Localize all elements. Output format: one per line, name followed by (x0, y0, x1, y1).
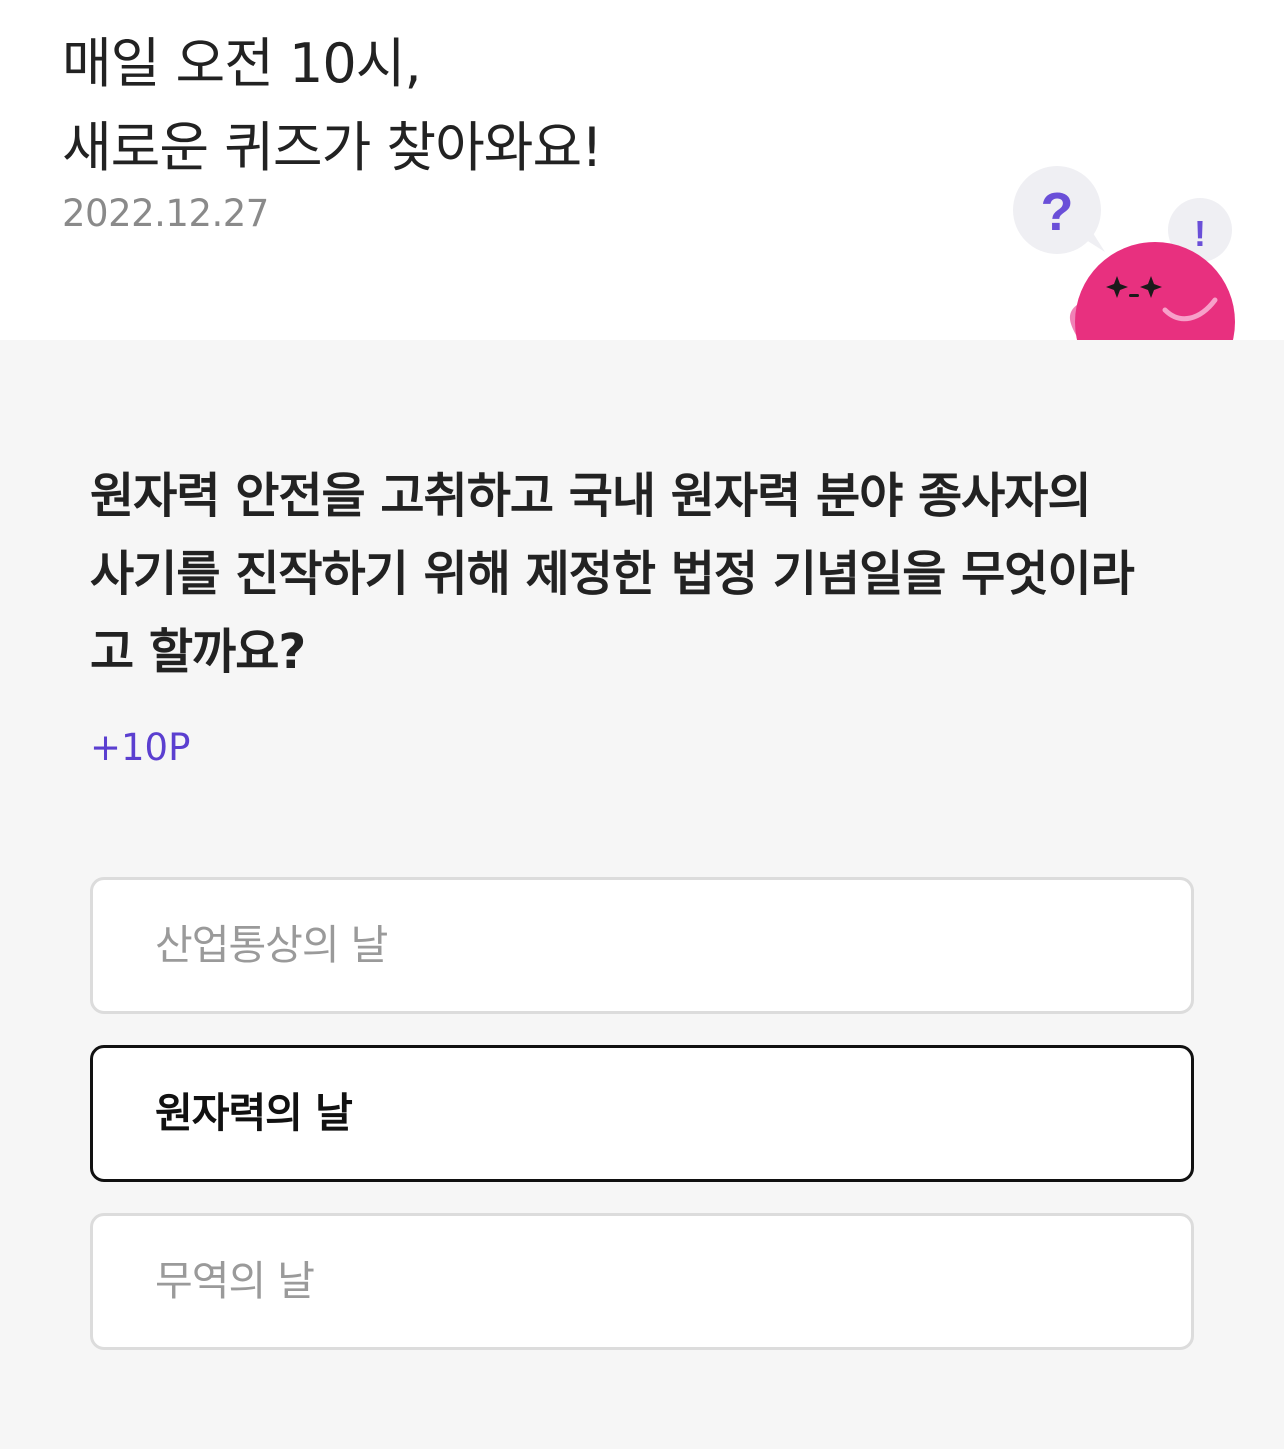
answer-option-3[interactable]: 무역의 날 (90, 1213, 1194, 1350)
quiz-date: 2022.12.27 (62, 192, 269, 235)
answer-option-label: 무역의 날 (155, 1257, 315, 1305)
question-bubble-icon: ? (1013, 166, 1105, 254)
svg-text:?: ? (1041, 182, 1074, 242)
answer-option-label: 원자력의 날 (155, 1089, 353, 1137)
question-line-3: 고 할까요? (90, 624, 306, 680)
page-title: 매일 오전 10시, 새로운 퀴즈가 찾아와요! (62, 22, 603, 190)
quiz-section: 원자력 안전을 고취하고 국내 원자력 분야 종사자의 사기를 진작하기 위해 … (0, 340, 1284, 1449)
quiz-header: 매일 오전 10시, 새로운 퀴즈가 찾아와요! 2022.12.27 ? ! (0, 0, 1284, 340)
answer-option-2-selected[interactable]: 원자력의 날 (90, 1045, 1194, 1182)
quiz-question: 원자력 안전을 고취하고 국내 원자력 분야 종사자의 사기를 진작하기 위해 … (90, 457, 1210, 691)
headline-line-2: 새로운 퀴즈가 찾아와요! (62, 116, 603, 179)
svg-text:!: ! (1194, 213, 1206, 254)
quiz-page: 매일 오전 10시, 새로운 퀴즈가 찾아와요! 2022.12.27 ? ! (0, 0, 1284, 1449)
question-line-2: 사기를 진작하기 위해 제정한 법정 기념일을 무엇이라 (90, 546, 1135, 602)
reward-points: +10P (90, 726, 191, 769)
question-line-1: 원자력 안전을 고취하고 국내 원자력 분야 종사자의 (90, 468, 1092, 524)
answer-option-1[interactable]: 산업통상의 날 (90, 877, 1194, 1014)
quiz-mascot-icon: ? ! (1013, 166, 1235, 340)
answer-option-label: 산업통상의 날 (155, 921, 388, 969)
headline-line-1: 매일 오전 10시, (62, 32, 422, 95)
